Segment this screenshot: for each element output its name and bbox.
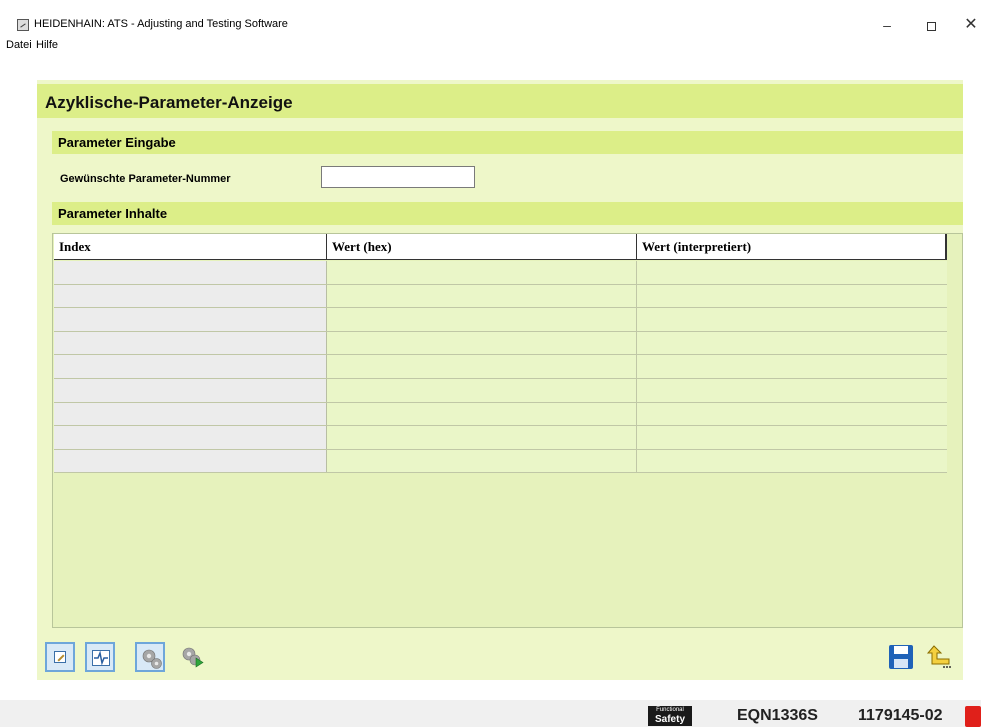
- window-title: HEIDENHAIN: ATS - Adjusting and Testing …: [34, 18, 288, 30]
- table-row[interactable]: [54, 449, 947, 474]
- cell-index: [54, 355, 327, 378]
- main-panel: Azyklische-Parameter-Anzeige Parameter E…: [37, 80, 963, 680]
- table-row[interactable]: [54, 355, 947, 379]
- table-row[interactable]: [54, 331, 947, 356]
- menu-hilfe[interactable]: Hilfe: [36, 39, 58, 51]
- cell-wert-hex: [327, 261, 637, 284]
- edit-button[interactable]: [45, 642, 75, 672]
- cell-wert-hex: [327, 426, 637, 449]
- maximize-button[interactable]: [916, 14, 946, 36]
- cell-wert-hex: [327, 284, 637, 308]
- cell-index: [54, 284, 327, 308]
- title-bar: HEIDENHAIN: ATS - Adjusting and Testing …: [0, 0, 981, 34]
- table-row[interactable]: [54, 308, 947, 332]
- maximize-icon: [926, 21, 936, 31]
- table-row[interactable]: [54, 402, 947, 427]
- cell-index: [54, 378, 327, 402]
- column-header-index[interactable]: Index: [54, 234, 327, 260]
- parameter-number-input[interactable]: [321, 166, 475, 188]
- edit-icon: [54, 651, 66, 663]
- cell-index: [54, 331, 327, 355]
- back-arrow-icon: [926, 645, 951, 668]
- cell-wert-hex: [327, 331, 637, 355]
- back-button[interactable]: [923, 642, 953, 672]
- app-icon: [17, 19, 29, 31]
- save-button[interactable]: [886, 642, 916, 672]
- encoder-serial: 1179145-02: [858, 707, 943, 724]
- gear-icon: [142, 649, 162, 669]
- cell-index: [54, 426, 327, 449]
- cell-index: [54, 449, 327, 473]
- table-row[interactable]: [54, 284, 947, 309]
- table-header: Index Wert (hex) Wert (interpretiert): [54, 234, 947, 260]
- gear-play-icon: [182, 647, 204, 668]
- badge-line-2: Safety: [654, 714, 685, 725]
- section-header-inhalte: Parameter Inhalte: [52, 202, 963, 225]
- cell-wert-hex: [327, 308, 637, 331]
- connection-status-indicator: [965, 706, 981, 727]
- status-bar: Functional Safety EQN1336S 1179145-02: [0, 700, 981, 727]
- signal-button[interactable]: [85, 642, 115, 672]
- settings-button[interactable]: [135, 642, 165, 672]
- parameter-number-label: Gewünschte Parameter-Nummer: [60, 173, 231, 185]
- close-button[interactable]: ✕: [956, 14, 981, 36]
- cell-wert-interpretiert: [637, 378, 947, 402]
- cell-wert-interpretiert: [637, 308, 947, 331]
- cell-wert-interpretiert: [637, 449, 947, 473]
- table-row[interactable]: [54, 261, 947, 285]
- cell-wert-interpretiert: [637, 331, 947, 355]
- minimize-button[interactable]: –: [872, 14, 902, 36]
- menu-datei[interactable]: Datei: [6, 39, 32, 51]
- column-header-wert-hex[interactable]: Wert (hex): [327, 234, 637, 260]
- page-header: Azyklische-Parameter-Anzeige: [37, 84, 963, 118]
- table-body: [54, 261, 947, 474]
- cell-wert-interpretiert: [637, 284, 947, 308]
- cell-wert-hex: [327, 378, 637, 402]
- cell-wert-hex: [327, 449, 637, 473]
- cell-index: [54, 402, 327, 426]
- cell-wert-interpretiert: [637, 402, 947, 426]
- column-header-wert-interpretiert[interactable]: Wert (interpretiert): [637, 234, 947, 260]
- cell-index: [54, 261, 327, 284]
- cell-wert-interpretiert: [637, 426, 947, 449]
- run-settings-button[interactable]: [177, 642, 207, 672]
- parameter-table: Index Wert (hex) Wert (interpretiert): [52, 233, 963, 628]
- section-title-eingabe: Parameter Eingabe: [58, 135, 176, 150]
- table-row[interactable]: [54, 426, 947, 450]
- table-row[interactable]: [54, 378, 947, 403]
- signal-icon: [92, 650, 110, 666]
- save-icon: [889, 645, 913, 669]
- badge-line-1: Functional: [656, 707, 684, 713]
- cell-wert-hex: [327, 402, 637, 426]
- cell-wert-interpretiert: [637, 261, 947, 284]
- section-title-inhalte: Parameter Inhalte: [58, 206, 168, 221]
- page-title: Azyklische-Parameter-Anzeige: [45, 93, 293, 112]
- encoder-model: EQN1336S: [737, 707, 818, 724]
- cell-wert-hex: [327, 355, 637, 378]
- cell-index: [54, 308, 327, 331]
- menu-bar: Datei Hilfe: [0, 34, 981, 54]
- cell-wert-interpretiert: [637, 355, 947, 378]
- section-header-eingabe: Parameter Eingabe: [52, 131, 963, 154]
- functional-safety-badge: Functional Safety: [648, 706, 692, 726]
